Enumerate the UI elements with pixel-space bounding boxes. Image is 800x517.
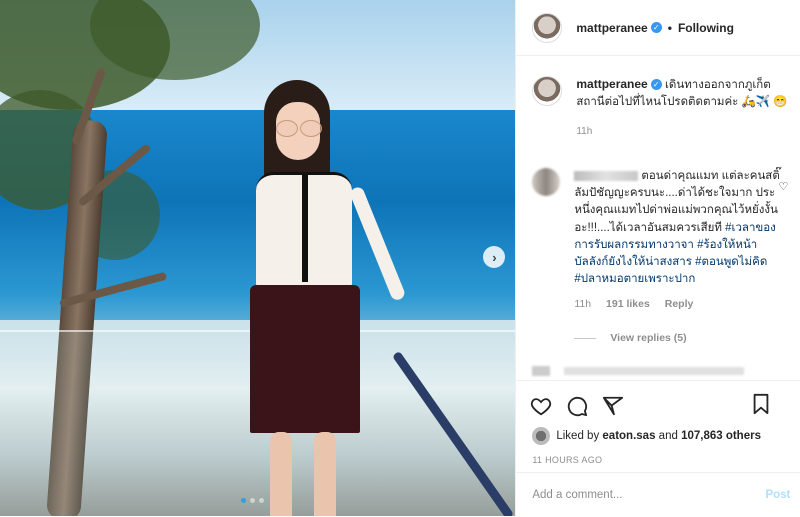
post-photo[interactable]: ›	[0, 0, 516, 516]
caption-time: 11h	[576, 126, 593, 137]
post-header: mattperanee ✓ • Following	[516, 0, 800, 56]
view-replies-button[interactable]: View replies (5)	[574, 330, 780, 347]
next-comment-blurred	[532, 366, 745, 376]
avatar[interactable]	[532, 12, 563, 43]
comment-likes[interactable]: 191 likes	[606, 298, 650, 310]
post-date[interactable]: 11 HOURS AGO	[516, 455, 800, 465]
liked-by-user[interactable]: eaton.sas	[602, 430, 655, 442]
caption: mattperanee ✓ เดินทางออกจากภูเก็ต สถานีต่…	[532, 76, 790, 140]
avatar[interactable]	[532, 168, 561, 196]
liked-by: Liked by eaton.sas and 107,863 others	[516, 427, 800, 445]
heart-icon[interactable]	[530, 395, 552, 417]
follow-separator: •	[667, 20, 672, 35]
verified-badge-icon: ✓	[650, 79, 662, 91]
comment-meta: 11h 191 likes Reply	[574, 296, 780, 313]
post-sidebar: mattperanee ✓ • Following mattperanee ✓ เ…	[515, 0, 800, 516]
add-comment-bar: Post	[516, 472, 800, 517]
reply-button[interactable]: Reply	[665, 298, 694, 310]
liked-by-middle: and	[658, 430, 678, 442]
liked-by-prefix: Liked by	[556, 430, 600, 442]
post-actions: Liked by eaton.sas and 107,863 others 11…	[516, 380, 800, 465]
chevron-right-icon: ›	[492, 249, 497, 265]
verified-badge-icon: ✓	[650, 22, 662, 33]
comments-section[interactable]: mattperanee ✓ เดินทางออกจากภูเก็ต สถานีต่…	[516, 56, 800, 380]
photo-woman	[240, 80, 407, 516]
carousel-dot	[250, 498, 255, 503]
comment-like-heart-icon[interactable]: ♡	[778, 180, 788, 193]
carousel-dot	[241, 498, 246, 503]
post-comment-button[interactable]: Post	[765, 489, 790, 501]
comment-time: 11h	[574, 298, 592, 311]
following-button[interactable]: Following	[678, 21, 734, 35]
carousel-dots	[241, 498, 264, 503]
avatar[interactable]	[532, 76, 563, 106]
bookmark-icon[interactable]	[750, 393, 772, 415]
likes-count[interactable]: 107,863 others	[681, 430, 761, 442]
instagram-post: › mattperanee ✓ • Following mattperanee ✓…	[0, 0, 800, 516]
avatar[interactable]	[532, 427, 551, 445]
blurred-username	[574, 170, 639, 181]
comment-icon[interactable]	[566, 395, 588, 417]
share-icon[interactable]	[602, 395, 624, 417]
add-comment-input[interactable]	[530, 488, 735, 502]
caption-username[interactable]: mattperanee	[576, 77, 647, 91]
comment-item: ตอนด่าคุณแมท แต่ละคนสติ๊ลัมปัชัญญะครบนะ.…	[532, 168, 794, 347]
carousel-dot	[259, 498, 264, 503]
header-username[interactable]: mattperanee	[576, 21, 647, 35]
